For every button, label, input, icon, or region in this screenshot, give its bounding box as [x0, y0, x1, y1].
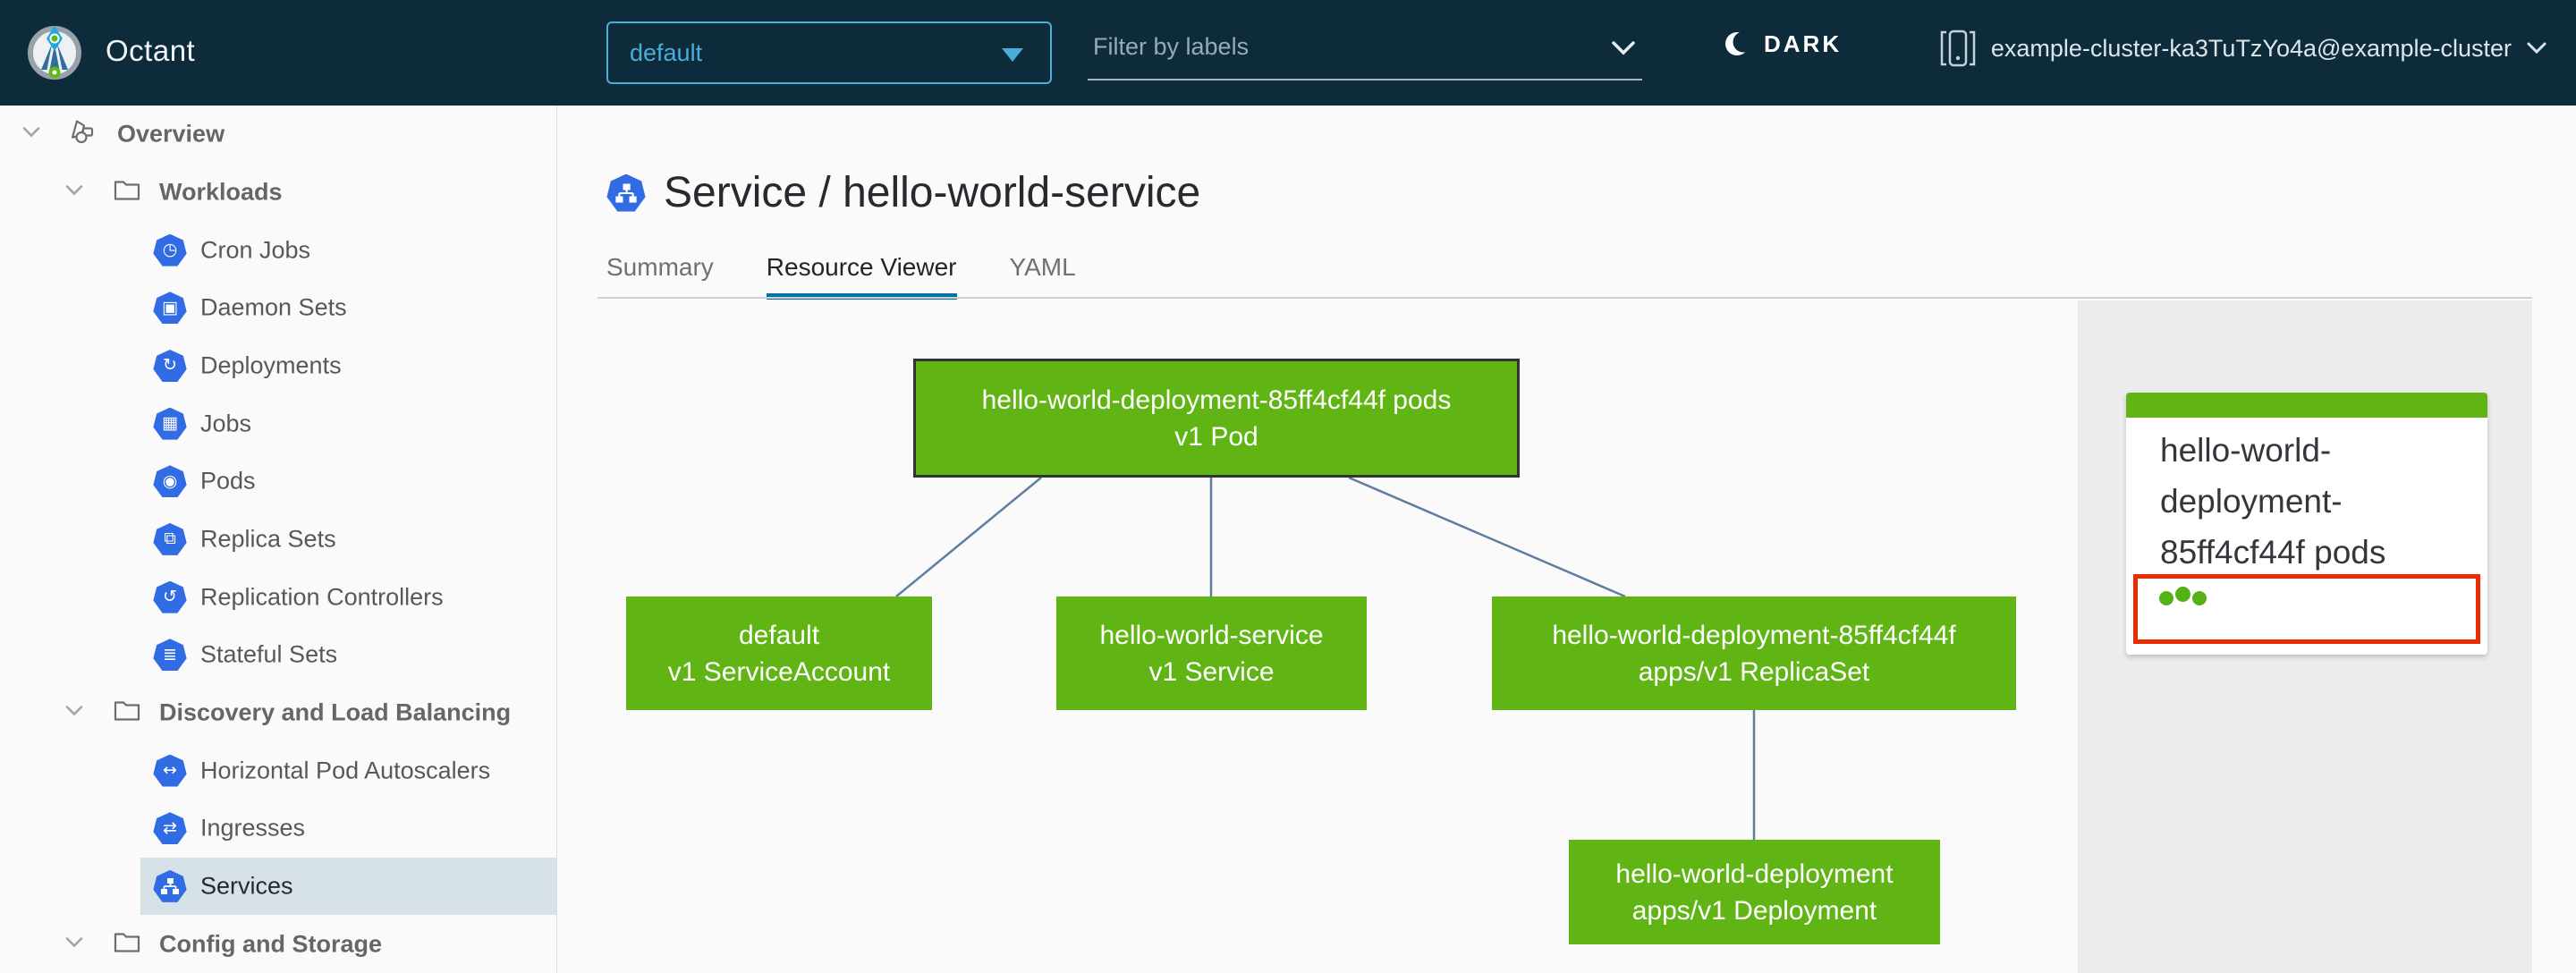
chevron-down-icon[interactable]	[64, 183, 84, 200]
overview-icon	[68, 118, 97, 151]
sidebar-item-horizontal-pod-autoscalers[interactable]: ↔ Horizontal Pod Autoscalers	[0, 741, 556, 800]
context-value: example-cluster-ka3TuTzYo4a@example-clus…	[1990, 34, 2512, 62]
sidebar-item-label: Jobs	[200, 410, 252, 437]
node-name: hello-world-service	[1099, 620, 1324, 650]
sidebar-item-overview[interactable]: Overview	[0, 106, 556, 164]
detail-panel: hello-world-deployment-85ff4cf44f pods	[2078, 300, 2532, 973]
node-kind: v1 ServiceAccount	[667, 656, 891, 687]
sidebar-item-label: Replication Controllers	[200, 583, 444, 611]
sidebar-item-discovery-and-load-balancing[interactable]: Discovery and Load Balancing	[0, 684, 556, 742]
chevron-down-icon	[2527, 42, 2546, 55]
graph-node-replicaset[interactable]: hello-world-deployment-85ff4cf44f apps/v…	[1492, 596, 2016, 710]
octant-logo	[28, 26, 81, 80]
context-selector[interactable]: example-cluster-ka3TuTzYo4a@example-clus…	[1939, 27, 2547, 70]
label-filter	[1088, 25, 1642, 80]
dropdown-arrow-icon	[1002, 48, 1023, 62]
cluster-icon	[1940, 30, 1976, 67]
jobs-icon: ▦	[153, 407, 187, 440]
cron-jobs-icon: ◷	[153, 233, 187, 267]
theme-toggle[interactable]: DARK	[1723, 29, 1842, 59]
sidebar-item-label: Ingresses	[200, 814, 306, 842]
sidebar-item-label: Horizontal Pod Autoscalers	[200, 757, 491, 784]
graph-node-serviceaccount[interactable]: default v1 ServiceAccount	[626, 596, 932, 710]
node-name: hello-world-deployment-85ff4cf44f pods	[981, 385, 1452, 415]
deployments-icon: ↻	[153, 349, 187, 382]
graph-node-deployment[interactable]: hello-world-deployment apps/v1 Deploymen…	[1569, 840, 1940, 944]
stateful-sets-icon: ≣	[153, 639, 187, 672]
sidebar-item-config-and-storage[interactable]: Config and Storage	[0, 915, 556, 973]
sidebar-item-replication-controllers[interactable]: ↺ Replication Controllers	[0, 568, 556, 626]
main-content: Service / hello-world-service Summary Re…	[557, 106, 2576, 973]
sidebar-item-label: Discovery and Load Balancing	[159, 698, 512, 726]
chevron-down-icon[interactable]	[64, 935, 84, 952]
node-name: hello-world-deployment	[1615, 859, 1894, 889]
sidebar-item-label: Stateful Sets	[200, 640, 338, 668]
pod-status-dots	[2159, 587, 2476, 605]
sidebar-item-label: Pods	[200, 467, 256, 495]
sidebar-item-stateful-sets[interactable]: ≣ Stateful Sets	[0, 626, 556, 684]
graph-node-service[interactable]: hello-world-service v1 Service	[1056, 596, 1367, 710]
horizontal-pod-autoscalers-icon: ↔	[153, 754, 187, 787]
sidebar-item-label: Deployments	[200, 351, 342, 379]
theme-toggle-label: DARK	[1764, 30, 1843, 57]
services-icon	[153, 869, 187, 902]
sidebar-item-jobs[interactable]: ▦ Jobs	[0, 394, 556, 453]
moon-icon	[1725, 31, 1753, 55]
label-filter-input[interactable]	[1091, 32, 1578, 62]
ingresses-icon: ⇄	[153, 812, 187, 845]
replica-sets-icon: ⧉	[153, 522, 187, 555]
replication-controllers-icon: ↺	[153, 580, 187, 613]
chevron-down-icon[interactable]	[21, 126, 41, 143]
sidebar-item-replica-sets[interactable]: ⧉ Replica Sets	[0, 511, 556, 569]
sidebar-item-label: Overview	[117, 120, 225, 148]
sidebar-item-label: Workloads	[159, 178, 283, 206]
pod-status-dot[interactable]	[2159, 591, 2174, 605]
node-kind: apps/v1 Deployment	[1631, 895, 1877, 926]
sidebar-item-label: Replica Sets	[200, 525, 336, 553]
pod-status-dot[interactable]	[2175, 587, 2190, 602]
pods-icon: ◉	[153, 465, 187, 498]
pod-status-highlight[interactable]	[2133, 574, 2480, 644]
node-name: hello-world-deployment-85ff4cf44f	[1552, 620, 1956, 650]
octant-window: Octant default DARK exam	[0, 0, 2576, 973]
pod-status-dot[interactable]	[2192, 591, 2207, 605]
sidebar-item-label: Daemon Sets	[200, 293, 347, 321]
sidebar-nav: Overview Workloads ◷ Cron Jobs ▣ Daemon …	[0, 106, 557, 973]
sidebar-item-workloads[interactable]: Workloads	[0, 164, 556, 222]
folder-icon	[113, 929, 141, 959]
node-kind: apps/v1 ReplicaSet	[1638, 656, 1870, 687]
node-kind: v1 Service	[1148, 656, 1275, 687]
namespace-value: default	[630, 38, 703, 66]
node-kind: v1 Pod	[1174, 421, 1258, 452]
folder-icon	[113, 177, 141, 207]
header-bar: Octant default DARK exam	[0, 0, 2576, 106]
pod-detail-card: hello-world-deployment-85ff4cf44f pods	[2126, 393, 2487, 655]
sidebar-item-label: Services	[200, 872, 293, 900]
sidebar-item-label: Cron Jobs	[200, 236, 311, 264]
sidebar-item-label: Config and Storage	[159, 930, 382, 958]
app-title: Octant	[106, 34, 196, 67]
namespace-dropdown[interactable]: default	[606, 21, 1052, 84]
sidebar-item-services[interactable]: Services	[0, 857, 556, 916]
folder-icon	[113, 698, 141, 727]
card-title: hello-world-deployment-85ff4cf44f pods	[2160, 432, 2386, 571]
sidebar-item-daemon-sets[interactable]: ▣ Daemon Sets	[0, 279, 556, 337]
sidebar-item-ingresses[interactable]: ⇄ Ingresses	[0, 800, 556, 858]
node-name: default	[738, 620, 820, 650]
chevron-down-icon[interactable]	[64, 704, 84, 721]
sidebar-item-cron-jobs[interactable]: ◷ Cron Jobs	[0, 221, 556, 279]
sidebar-item-pods[interactable]: ◉ Pods	[0, 453, 556, 511]
daemon-sets-icon: ▣	[153, 292, 187, 325]
graph-node-pod[interactable]: hello-world-deployment-85ff4cf44f pods v…	[913, 359, 1520, 478]
card-status-bar	[2126, 393, 2487, 418]
sidebar-item-deployments[interactable]: ↻ Deployments	[0, 337, 556, 395]
chevron-down-icon[interactable]	[1610, 39, 1637, 57]
